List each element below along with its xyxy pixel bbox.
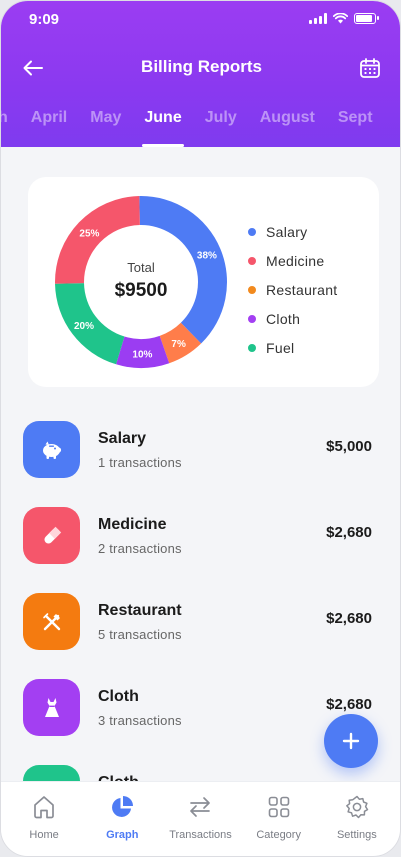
nav-transactions[interactable]: Transactions [162,782,238,856]
item-count: 5 transactions [98,627,182,642]
total-label: Total [127,260,155,275]
nav-graph[interactable]: Graph [84,782,160,856]
plus-icon [342,732,360,750]
month-tabs: arch April May June July August Sept [1,105,396,147]
list-item-medicine[interactable]: Medicine 2 transactions $2,680 [1,505,400,591]
nav-label: Settings [336,829,377,841]
status-icons [309,13,379,24]
calendar-icon [360,58,380,78]
category-badge [23,421,80,478]
legend-item-cloth: Cloth [248,304,337,333]
pie-chart-icon [112,796,134,817]
nav-label: Transactions [169,829,232,841]
piggy-bank-icon [42,441,61,459]
slice-label-restaurant: 7% [171,339,186,350]
slice-label-medicine: 25% [79,228,99,239]
tab-march[interactable]: arch [1,105,8,147]
item-name: Salary [98,430,147,447]
nav-label: Graph [106,829,139,841]
legend-item-fuel: Fuel [248,333,337,362]
nav-settings[interactable]: Settings [319,782,395,856]
legend-label: Restaurant [266,281,338,298]
tab-may[interactable]: May [90,105,121,147]
legend-label: Fuel [266,339,295,356]
legend-item-restaurant: Restaurant [248,275,337,304]
legend-dot [248,285,256,294]
calendar-button[interactable] [356,54,384,82]
category-badge [23,593,80,650]
nav-label: Category [256,829,301,841]
list-item-restaurant[interactable]: Restaurant 5 transactions $2,680 [1,591,400,677]
pill-icon [43,526,61,544]
header: 9:09 Billing Reports April May June July… [1,1,400,147]
tab-april[interactable]: April [31,105,67,147]
wifi-icon [333,13,348,24]
legend-item-salary: Salary [248,217,337,246]
legend-dot [248,343,256,352]
status-time: 9:09 [29,11,60,28]
item-amount: $2,680 [326,524,372,541]
tab-july[interactable]: July [205,105,237,147]
category-badge [23,679,80,736]
legend-label: Medicine [266,252,325,269]
legend-label: Cloth [266,310,301,327]
category-badge [23,507,80,564]
item-name: Restaurant [98,602,182,619]
chart-card: 38% 7% 10% 20% 25% Total $9500 Salary Medici… [28,177,379,387]
gear-icon [345,795,369,819]
legend-dot [248,256,256,265]
nav-home[interactable]: Home [6,782,82,856]
legend-item-medicine: Medicine [248,246,337,275]
grid-icon [268,796,289,818]
tab-august[interactable]: August [260,105,315,147]
total-value: $9500 [114,280,168,301]
slice-label-salary: 38% [197,250,217,261]
item-amount: $5,000 [326,438,372,455]
nav-category[interactable]: Category [241,782,317,856]
slice-label-fuel: 20% [74,321,94,332]
battery-icon [354,13,379,24]
item-name: Cloth [98,688,139,705]
bottom-nav: Home Graph Transactions Category Setting… [1,781,400,856]
list-item-salary[interactable]: Salary 1 transactions $5,000 [1,419,400,505]
donut-center: Total $9500 [88,260,194,302]
item-count: 1 transactions [98,455,182,470]
item-name: Medicine [98,516,167,533]
item-amount: $2,680 [326,696,372,713]
transfer-icon [190,797,211,817]
dress-icon [44,697,59,717]
top-bar: Billing Reports [1,51,400,85]
legend-dot [248,314,256,323]
slice-label-cloth: 10% [132,349,152,360]
legend-label: Salary [266,223,308,240]
tab-september[interactable]: Sept [338,105,373,147]
signal-icon [309,13,327,24]
home-icon [34,796,54,819]
tab-june[interactable]: June [142,105,185,147]
item-amount: $2,680 [326,610,372,627]
add-button[interactable] [324,714,378,768]
status-bar: 9:09 [1,1,400,41]
page-title: Billing Reports [141,57,262,76]
chart-legend: Salary Medicine Restaurant Cloth Fuel [248,217,337,362]
legend-dot [248,227,256,236]
phone-screen: 9:09 Billing Reports April May June July… [0,0,401,857]
item-count: 3 transactions [98,713,182,728]
cutlery-icon [42,612,60,630]
item-count: 2 transactions [98,541,182,556]
nav-label: Home [29,829,59,841]
